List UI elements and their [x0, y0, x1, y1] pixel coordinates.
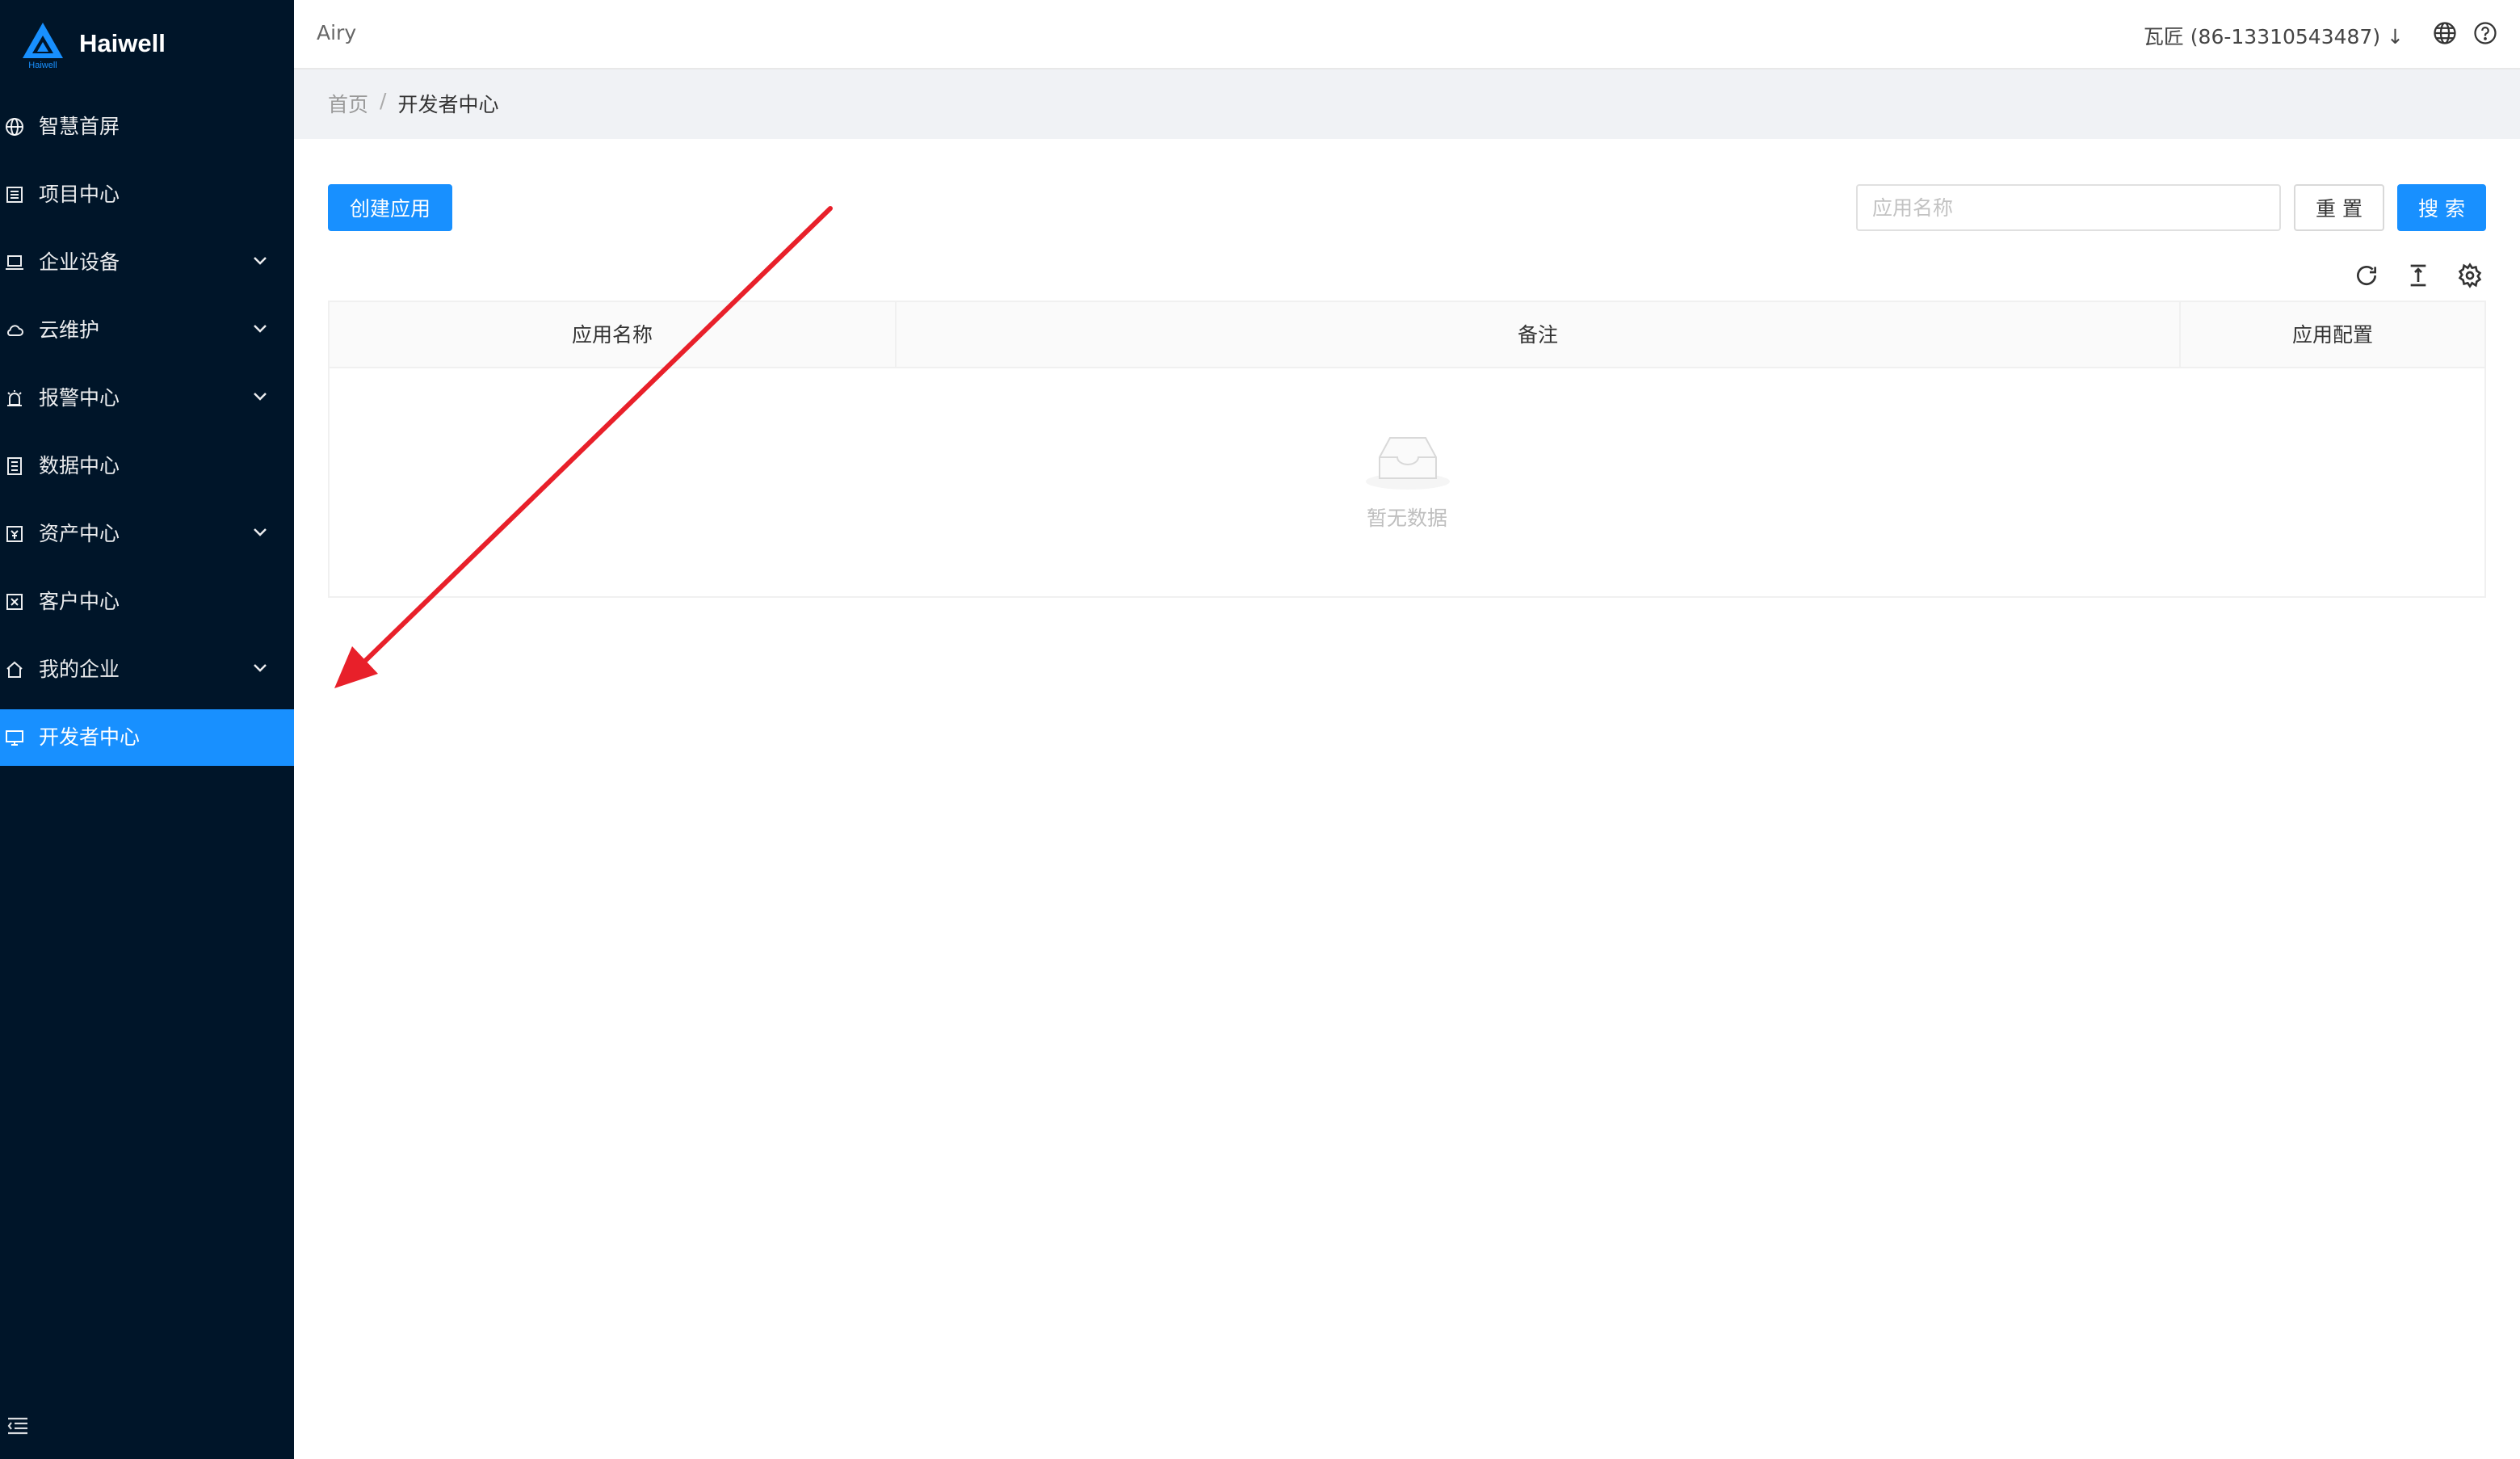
- home-icon: [6, 661, 23, 678]
- sidebar-item-devices[interactable]: 企业设备: [0, 234, 294, 291]
- help-icon[interactable]: [2473, 21, 2497, 45]
- empty-inbox-icon: [1366, 437, 1450, 490]
- apps-table: 应用名称 备注 应用配置 暂无数据: [328, 301, 2486, 598]
- sidebar-item-label: 资产中心: [39, 522, 120, 545]
- sidebar-item-label: 我的企业: [39, 658, 120, 681]
- tenant-name[interactable]: Airy: [317, 21, 356, 44]
- customer-icon: [6, 594, 23, 610]
- breadcrumb-separator: /: [380, 89, 387, 112]
- sidebar-item-label: 数据中心: [39, 454, 120, 477]
- haiwell-logo-icon: Haiwell: [23, 23, 63, 70]
- sidebar-item-cloud-maintenance[interactable]: 云维护: [0, 302, 294, 359]
- sidebar-item-label: 云维护: [39, 318, 100, 342]
- user-menu[interactable]: 瓦匠 (86-13310543487) ↓: [2144, 21, 2404, 50]
- sidebar-item-label: 项目中心: [39, 183, 120, 206]
- sidebar-item-label: 智慧首屏: [39, 115, 120, 138]
- sidebar-item-alarms[interactable]: 报警中心: [0, 370, 294, 427]
- setting-icon[interactable]: [2457, 263, 2483, 288]
- cloud-icon: [7, 325, 23, 336]
- column-header-app-config[interactable]: 应用配置: [2181, 302, 2484, 368]
- alarm-icon: [7, 390, 22, 406]
- breadcrumb-bar: 首页 / 开发者中心: [294, 69, 2520, 139]
- sidebar-item-developer-center[interactable]: 开发者中心: [0, 709, 294, 766]
- search-button[interactable]: 搜 索: [2397, 184, 2486, 231]
- app-name-search-input[interactable]: [1856, 184, 2281, 231]
- chevron-down-icon: [254, 528, 267, 536]
- breadcrumb-home[interactable]: 首页: [328, 89, 368, 118]
- chevron-down-icon: [254, 664, 267, 672]
- globe-icon: [6, 118, 23, 136]
- create-app-button[interactable]: 创建应用: [328, 184, 452, 231]
- breadcrumb-current: 开发者中心: [397, 93, 499, 116]
- globe-icon[interactable]: [2433, 21, 2457, 45]
- chevron-down-icon: [254, 393, 267, 401]
- asset-icon: [6, 526, 23, 542]
- sidebar-item-label: 开发者中心: [39, 725, 141, 749]
- column-header-remark[interactable]: 备注: [897, 302, 2179, 368]
- column-height-icon[interactable]: [2405, 263, 2431, 288]
- laptop-icon: [6, 255, 23, 270]
- reset-button[interactable]: 重 置: [2294, 184, 2384, 231]
- sidebar-item-data-center[interactable]: 数据中心: [0, 438, 294, 494]
- database-icon: [7, 457, 22, 475]
- chevron-down-icon: [254, 325, 267, 333]
- breadcrumb: 首页 / 开发者中心: [328, 89, 498, 118]
- empty-state-text: 暂无数据: [1366, 507, 1447, 530]
- sidebar-item-assets[interactable]: 资产中心: [0, 506, 294, 562]
- sidebar-item-my-enterprise[interactable]: 我的企业: [0, 641, 294, 698]
- sidebar-item-label: 企业设备: [39, 250, 120, 274]
- sidebar: Haiwell Haiwell 智慧首屏 项目中心 企业设备 云维护 报警中心 …: [0, 0, 294, 1459]
- sidebar-item-projects[interactable]: 项目中心: [0, 166, 294, 223]
- list-icon: [6, 187, 23, 203]
- logo[interactable]: Haiwell Haiwell: [0, 0, 294, 95]
- brand-name: Haiwell: [79, 29, 166, 57]
- menu-fold-icon[interactable]: [6, 1415, 29, 1435]
- logo-small-text: Haiwell: [28, 61, 57, 70]
- column-header-app-name[interactable]: 应用名称: [330, 302, 895, 368]
- sidebar-item-label: 客户中心: [39, 590, 120, 613]
- refresh-icon[interactable]: [2354, 263, 2379, 288]
- top-header: Airy 瓦匠 (86-13310543487) ↓: [294, 0, 2520, 69]
- table-header: 应用名称 备注 应用配置: [330, 302, 2484, 368]
- sidebar-item-home-screen[interactable]: 智慧首屏: [0, 99, 294, 155]
- sidebar-item-label: 报警中心: [39, 386, 120, 410]
- chevron-down-icon: [254, 257, 267, 265]
- desktop-icon: [6, 730, 23, 746]
- sidebar-item-customers[interactable]: 客户中心: [0, 574, 294, 630]
